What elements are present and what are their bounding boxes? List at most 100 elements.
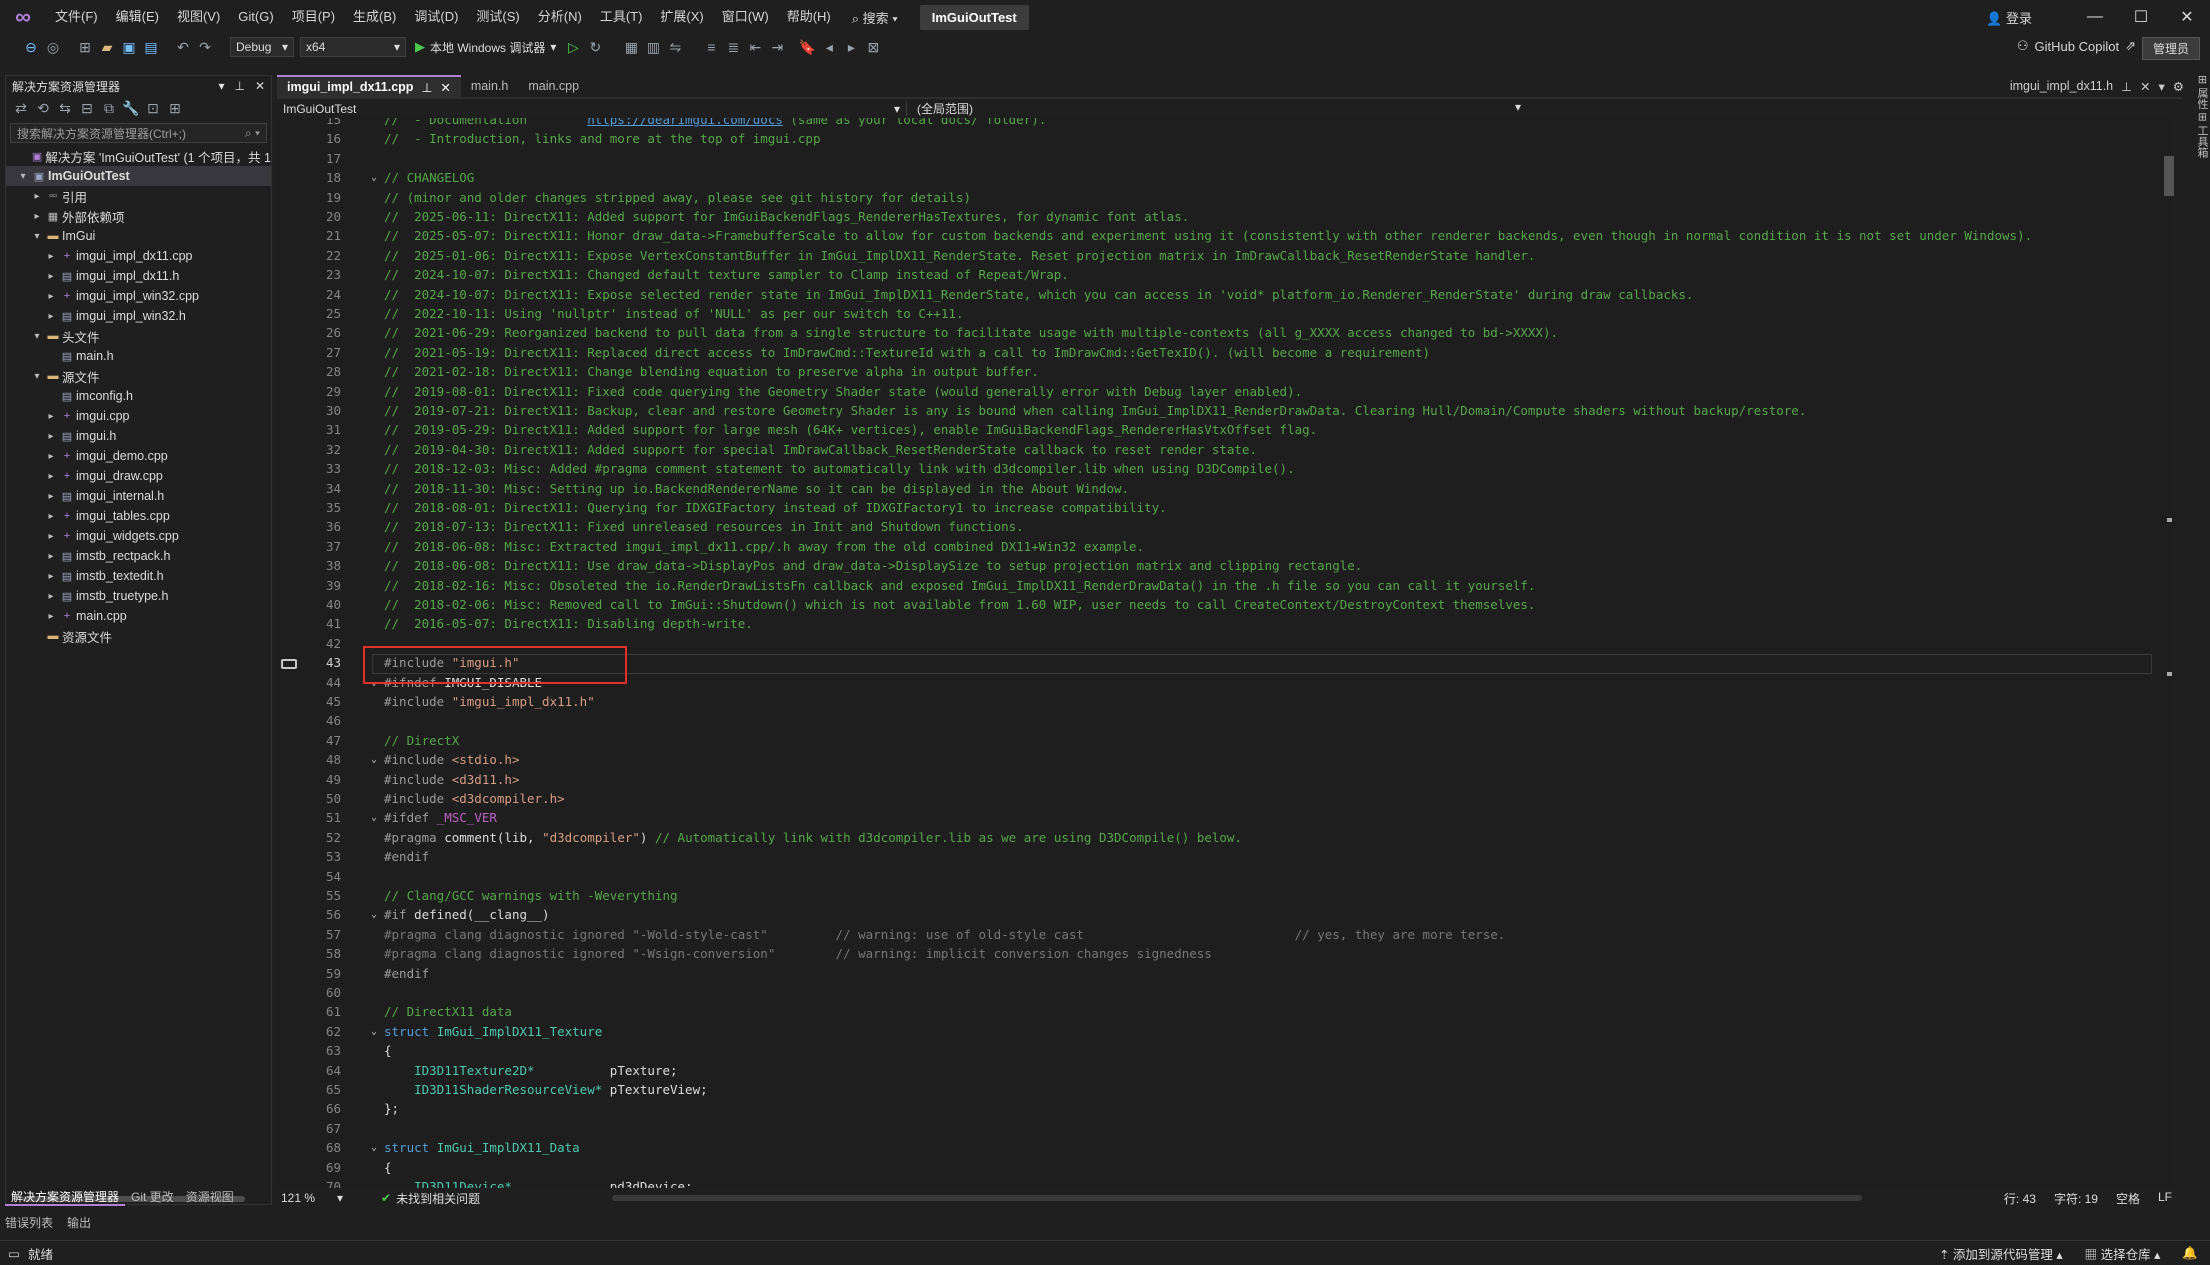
- save-icon[interactable]: ▣: [118, 35, 140, 59]
- dropdown-icon[interactable]: ▾: [218, 79, 224, 93]
- tree-item[interactable]: ▬ 资源文件: [6, 626, 271, 646]
- run-debugger-button[interactable]: ▶ 本地 Windows 调试器 ▾: [415, 39, 556, 56]
- menu-item[interactable]: 扩展(X): [651, 0, 712, 34]
- editor-tab[interactable]: main.h: [461, 75, 519, 97]
- zoom-dropdown-icon[interactable]: ▾: [337, 1191, 343, 1205]
- tree-item[interactable]: ▸ ▤ imgui_internal.h: [6, 486, 271, 506]
- run-without-debug-icon[interactable]: ▷: [562, 35, 584, 59]
- expand-arrow-icon[interactable]: ▾: [30, 331, 44, 342]
- step-icon[interactable]: ⇋: [664, 35, 686, 59]
- editor-tab[interactable]: imgui_impl_dx11.cpp ⊥ ✕: [277, 75, 461, 97]
- notifications-icon[interactable]: 🔔: [2182, 1246, 2198, 1261]
- restart-icon[interactable]: ↻: [584, 35, 606, 59]
- tree-item[interactable]: ▸ + imgui_impl_dx11.cpp: [6, 246, 271, 266]
- solution-panel-tab[interactable]: Git 更改: [125, 1188, 180, 1206]
- next-bookmark-icon[interactable]: ▸: [840, 35, 862, 59]
- fold-toggle-icon[interactable]: ⌄: [371, 905, 377, 924]
- side-toolbox-rail[interactable]: ⊞ 属性 ⊞ 工具箱: [2182, 75, 2210, 275]
- layout-icon[interactable]: ▥: [642, 35, 664, 59]
- menu-item[interactable]: Git(G): [229, 0, 282, 34]
- close-panel-icon[interactable]: ✕: [255, 79, 265, 93]
- expand-arrow-icon[interactable]: ▸: [44, 471, 58, 482]
- expand-arrow-icon[interactable]: ▸: [44, 491, 58, 502]
- expand-arrow-icon[interactable]: ▸: [44, 531, 58, 542]
- uncomment-icon[interactable]: ≣: [722, 35, 744, 59]
- expand-arrow-icon[interactable]: ▸: [44, 451, 58, 462]
- solution-search-input[interactable]: 搜索解决方案资源管理器(Ctrl+;) ⌕ ▾: [10, 123, 267, 143]
- expand-arrow-icon[interactable]: ▸: [30, 191, 44, 202]
- github-copilot-button[interactable]: ⚇ GitHub Copilot ⇗: [2017, 38, 2136, 54]
- expand-arrow-icon[interactable]: ▸: [44, 311, 58, 322]
- class-view-icon[interactable]: ⊞: [164, 96, 186, 120]
- expand-arrow-icon[interactable]: ▸: [44, 591, 58, 602]
- add-to-source-control-button[interactable]: ⇡ 添加到源代码管理 ▴: [1939, 1244, 2063, 1263]
- tab-imgui-impl-dx11-h[interactable]: imgui_impl_dx11.h: [2010, 79, 2113, 93]
- tree-item[interactable]: ▤ imconfig.h: [6, 386, 271, 406]
- outdent-icon[interactable]: ⇥: [766, 35, 788, 59]
- vertical-scrollbar[interactable]: [2162, 118, 2174, 1188]
- sync-icon[interactable]: ⇆: [54, 96, 76, 120]
- expand-arrow-icon[interactable]: ▸: [44, 511, 58, 522]
- menu-item[interactable]: 测试(S): [467, 0, 528, 34]
- visual-studio-logo-icon[interactable]: ∞: [0, 0, 46, 34]
- preview-icon[interactable]: ⊡: [142, 96, 164, 120]
- menu-item[interactable]: 窗口(W): [713, 0, 778, 34]
- save-all-icon[interactable]: ▤: [140, 35, 162, 59]
- close-icon[interactable]: ✕: [2164, 0, 2210, 34]
- fold-toggle-icon[interactable]: ⌄: [371, 1022, 377, 1041]
- tree-item[interactable]: ▸ ▤ imstb_textedit.h: [6, 566, 271, 586]
- expand-arrow-icon[interactable]: ▾: [30, 371, 44, 382]
- scope-dropdown[interactable]: (全局范围) ▾: [907, 100, 1527, 117]
- tab-output[interactable]: 输出: [67, 1214, 91, 1232]
- editor-horizontal-scrollbar[interactable]: [612, 1195, 1862, 1201]
- back-icon[interactable]: ⊖: [20, 35, 42, 59]
- prev-bookmark-icon[interactable]: ◂: [818, 35, 840, 59]
- redo-icon[interactable]: ↷: [194, 35, 216, 59]
- expand-arrow-icon[interactable]: ▾: [30, 231, 44, 242]
- collapse-all-icon[interactable]: ⊟: [76, 96, 98, 120]
- tab-error-list[interactable]: 错误列表: [5, 1214, 53, 1232]
- expand-arrow-icon[interactable]: ▸: [44, 291, 58, 302]
- expand-arrow-icon[interactable]: ▸: [44, 571, 58, 582]
- tree-item[interactable]: ▾ ▬ ImGui: [6, 226, 271, 246]
- menu-item[interactable]: 视图(V): [168, 0, 229, 34]
- menu-item[interactable]: 调试(D): [405, 0, 467, 34]
- tree-item[interactable]: ▾ ▬ 源文件: [6, 366, 271, 386]
- project-dropdown[interactable]: ImGuiOutTest ▾: [277, 101, 907, 116]
- solution-panel-tab[interactable]: 资源视图: [180, 1188, 240, 1206]
- fold-toggle-icon[interactable]: ⌄: [371, 808, 377, 827]
- whitespace-mode[interactable]: 空格: [2116, 1190, 2140, 1207]
- tree-item[interactable]: ▸ ▦ 外部依赖项: [6, 206, 271, 226]
- zoom-level[interactable]: 121 %: [277, 1191, 337, 1205]
- tree-item[interactable]: ▸ + imgui_demo.cpp: [6, 446, 271, 466]
- issues-indicator[interactable]: ✔ 未找到相关问题: [381, 1190, 480, 1207]
- solution-panel-tab[interactable]: 解决方案资源管理器: [5, 1188, 126, 1206]
- expand-arrow-icon[interactable]: ▸: [44, 611, 58, 622]
- login-button[interactable]: 👤 登录: [1986, 8, 2032, 27]
- bookmark-icon[interactable]: 🔖: [796, 35, 818, 59]
- platform-select[interactable]: x64 ▾: [300, 37, 406, 57]
- undo-icon[interactable]: ↶: [172, 35, 194, 59]
- indent-icon[interactable]: ⇤: [744, 35, 766, 59]
- select-repo-button[interactable]: ▦ 选择仓库 ▴: [2085, 1244, 2161, 1263]
- switch-view-icon[interactable]: ⇄: [10, 96, 32, 120]
- menu-item[interactable]: 生成(B): [344, 0, 405, 34]
- tree-item[interactable]: ▸ ▤ imgui.h: [6, 426, 271, 446]
- tree-item[interactable]: ▸ + imgui_widgets.cpp: [6, 526, 271, 546]
- tab-list-icon[interactable]: ▾: [2159, 79, 2165, 94]
- expand-arrow-icon[interactable]: ▸: [44, 551, 58, 562]
- tree-item[interactable]: ▸ + imgui_impl_win32.cpp: [6, 286, 271, 306]
- new-project-icon[interactable]: ⊞: [74, 35, 96, 59]
- menu-item[interactable]: 帮助(H): [778, 0, 840, 34]
- history-icon[interactable]: ⟲: [32, 96, 54, 120]
- tree-item[interactable]: ▸ ▤ imstb_truetype.h: [6, 586, 271, 606]
- menu-item[interactable]: 文件(F): [46, 0, 107, 34]
- minimize-icon[interactable]: —: [2072, 0, 2118, 34]
- close-tab-icon[interactable]: ✕: [440, 80, 450, 95]
- tree-item[interactable]: ▸ + main.cpp: [6, 606, 271, 626]
- screenshot-icon[interactable]: ▦: [620, 35, 642, 59]
- fold-toggle-icon[interactable]: ⌄: [371, 1138, 377, 1157]
- menu-item[interactable]: 分析(N): [529, 0, 591, 34]
- tree-item[interactable]: ▸ ▫▫ 引用: [6, 186, 271, 206]
- search-menu[interactable]: ⌕ 搜索 ▾: [840, 8, 910, 27]
